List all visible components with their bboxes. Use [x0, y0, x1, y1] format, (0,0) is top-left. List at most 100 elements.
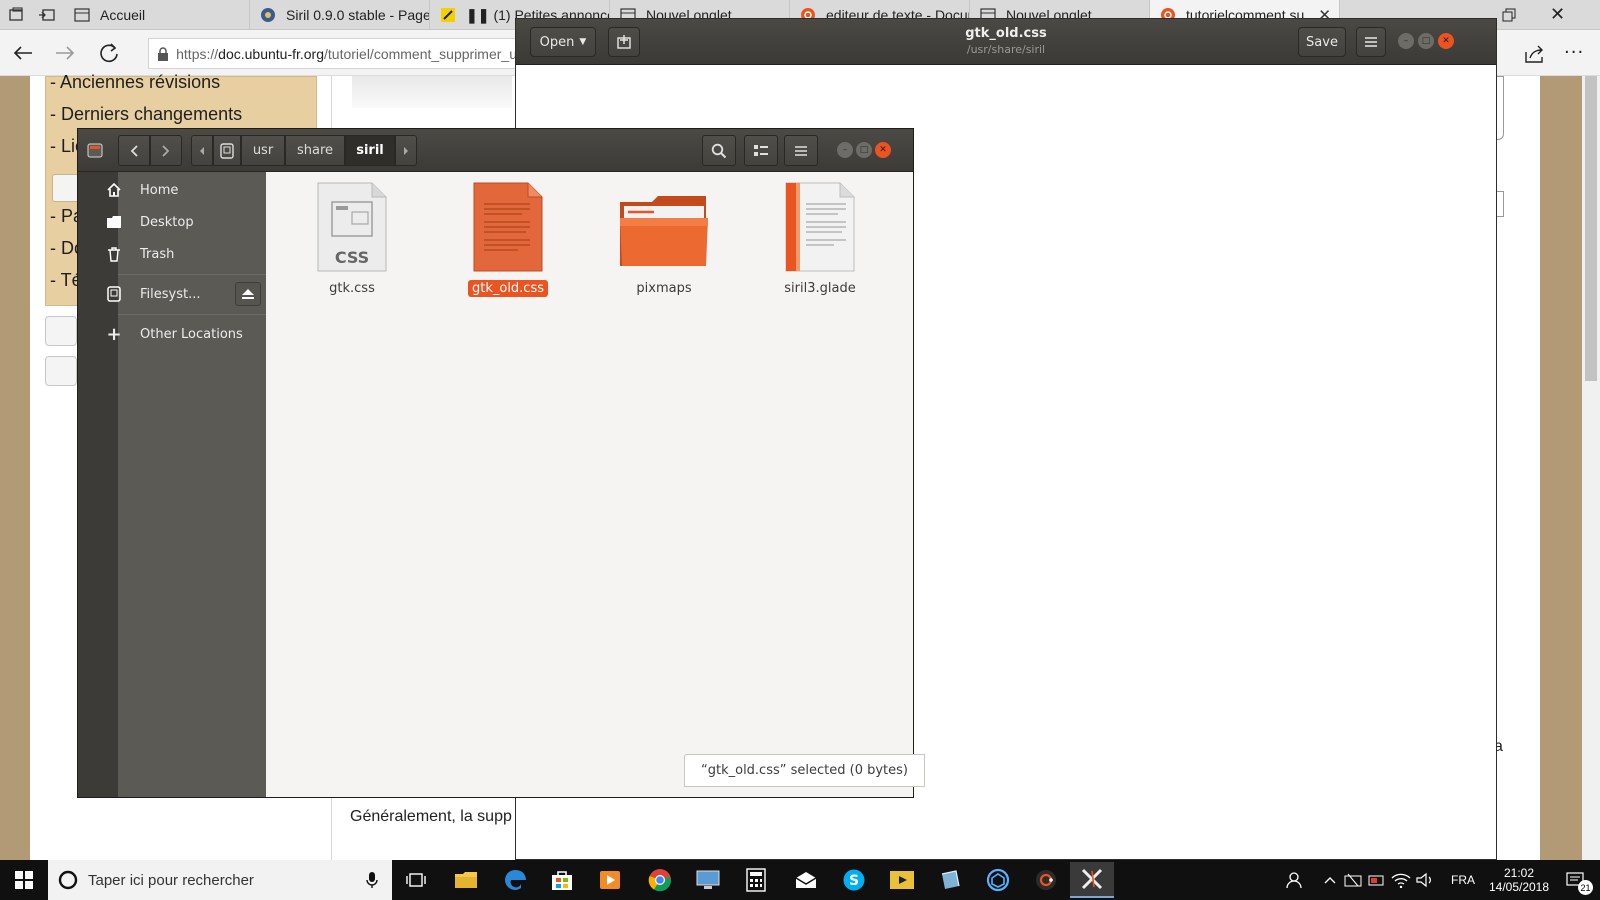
sidebar-item-home[interactable]: Home — [88, 174, 266, 206]
remote-desktop-icon[interactable] — [686, 862, 730, 898]
media-app-icon[interactable] — [880, 862, 924, 898]
close-icon[interactable]: ✕ — [1438, 33, 1454, 49]
lock-icon — [149, 46, 176, 61]
microphone-icon[interactable] — [366, 871, 378, 889]
sidebar-item-other-locations[interactable]: + Other Locations — [88, 318, 266, 350]
set-tabs-aside-icon[interactable] — [38, 7, 56, 23]
triangle-left-icon — [200, 146, 204, 155]
forward-button[interactable] — [150, 135, 182, 166]
globe-icon[interactable] — [45, 356, 77, 386]
mail-icon[interactable] — [784, 862, 828, 898]
save-label: Save — [1306, 34, 1338, 50]
edge-browser-icon[interactable] — [494, 862, 538, 898]
folder-item-pixmaps[interactable]: pixmaps — [604, 182, 724, 297]
file-item-gtk-css[interactable]: CSS gtk.css — [292, 182, 412, 297]
tab-siril[interactable]: Siril 0.9.0 stable - Page 3 — [250, 0, 430, 30]
start-button[interactable] — [0, 860, 48, 900]
close-icon[interactable]: ✕ — [875, 142, 891, 158]
address-bar[interactable]: https://doc.ubuntu-fr.org/tutoriel/comme… — [148, 38, 518, 69]
network-app-icon[interactable] — [976, 862, 1020, 898]
path-scroll-left[interactable] — [191, 135, 213, 166]
notification-badge: 21 — [1578, 880, 1593, 895]
forward-button[interactable] — [50, 38, 80, 68]
view-toggle-button[interactable] — [744, 135, 778, 166]
path-root-drive[interactable] — [213, 135, 241, 166]
file-name: gtk.css — [329, 281, 375, 296]
back-button[interactable] — [118, 135, 150, 166]
search-placeholder: Taper ici pour rechercher — [88, 871, 254, 889]
share-icon[interactable] — [1524, 44, 1546, 64]
back-button[interactable] — [8, 38, 38, 68]
css-badge: CSS — [334, 248, 370, 267]
path-segment-share[interactable]: share — [285, 135, 345, 166]
media-player-icon[interactable] — [588, 862, 632, 898]
save-button[interactable]: Save — [1298, 27, 1346, 57]
file-name: gtk_old.css — [467, 280, 549, 297]
action-center-button[interactable]: 21 — [1558, 860, 1594, 900]
input-language[interactable]: FRA — [1446, 860, 1480, 900]
eject-button[interactable] — [235, 282, 261, 306]
path-label: share — [296, 143, 334, 158]
clock-date: 14/05/2018 — [1488, 880, 1550, 894]
wifi-icon[interactable] — [1390, 860, 1412, 900]
folder-icon — [620, 196, 708, 266]
menu-button[interactable] — [784, 135, 818, 166]
more-options-icon[interactable]: ··· — [1564, 42, 1588, 63]
task-view-icon[interactable] — [394, 862, 438, 898]
virtualbox-icon[interactable] — [928, 862, 972, 898]
search-button[interactable] — [702, 135, 736, 166]
maximize-icon[interactable]: □ — [856, 142, 872, 158]
taskbar-search-box[interactable]: Taper ici pour rechercher — [48, 860, 392, 900]
sidebar-item-trash[interactable]: Trash — [88, 238, 266, 270]
close-browser-icon[interactable]: ✕ — [1550, 4, 1570, 25]
file-item-siril3-glade[interactable]: siril3.glade — [760, 182, 880, 297]
file-explorer-icon[interactable] — [444, 862, 488, 898]
path-scroll-right[interactable] — [395, 135, 417, 166]
path-segment-usr[interactable]: usr — [241, 135, 285, 166]
refresh-button[interactable] — [94, 38, 124, 68]
minimize-icon[interactable]: – — [1398, 33, 1414, 49]
trash-icon — [88, 246, 140, 262]
search-icon — [711, 143, 727, 158]
chrome-icon[interactable] — [638, 862, 682, 898]
users-icon[interactable] — [45, 316, 77, 346]
menu-button[interactable] — [1356, 27, 1386, 57]
restore-window-icon[interactable] — [1500, 6, 1518, 24]
store-icon[interactable] — [540, 862, 584, 898]
list-view-icon — [754, 144, 768, 156]
calculator-icon[interactable] — [734, 862, 778, 898]
url-host: doc.ubuntu-fr.org — [218, 45, 325, 62]
selection-status: “gtk_old.css” selected (0 bytes) — [684, 754, 925, 787]
folder-name: pixmaps — [636, 281, 692, 296]
sidebar-item-label: Other Locations — [140, 326, 243, 342]
sidebar-link-revisions[interactable]: - Anciennes révisions — [50, 72, 220, 93]
chevron-right-icon — [162, 144, 170, 157]
clock-time: 21:02 — [1503, 866, 1535, 880]
tab-accueil[interactable]: Accueil — [64, 0, 250, 30]
sidebar-item-label: Desktop — [140, 214, 194, 230]
skype-icon[interactable]: S — [832, 862, 876, 898]
clock[interactable]: 21:02 14/05/2018 — [1488, 860, 1550, 900]
page-scrollbar[interactable] — [1582, 76, 1600, 860]
scrollbar-thumb[interactable] — [1585, 76, 1597, 381]
svg-text:S: S — [849, 873, 859, 889]
volume-icon[interactable] — [1414, 860, 1436, 900]
maximize-icon[interactable]: □ — [1418, 33, 1434, 49]
people-icon[interactable] — [1282, 860, 1308, 900]
battery-warning-icon[interactable] — [1366, 860, 1388, 900]
sidebar-link-changes[interactable]: - Derniers changements — [50, 104, 242, 125]
keyboard-layout-icon[interactable] — [1342, 860, 1364, 900]
chevron-up-icon[interactable] — [1322, 860, 1338, 900]
pause-icon: ❚❚ — [466, 6, 490, 23]
page-background-left — [0, 76, 30, 860]
sidebar-item-desktop[interactable]: Desktop — [88, 206, 266, 238]
file-item-gtk-old-css[interactable]: gtk_old.css — [448, 182, 568, 297]
ubuntu-icon[interactable] — [1024, 862, 1068, 898]
tab-preview-icon[interactable] — [8, 7, 24, 23]
plus-icon: + — [106, 323, 122, 345]
xming-icon[interactable] — [1070, 862, 1114, 898]
minimize-icon[interactable]: – — [837, 142, 853, 158]
page-background-right — [1540, 76, 1582, 860]
path-segment-siril[interactable]: siril — [345, 135, 395, 166]
file-name: siril3.glade — [784, 281, 856, 296]
